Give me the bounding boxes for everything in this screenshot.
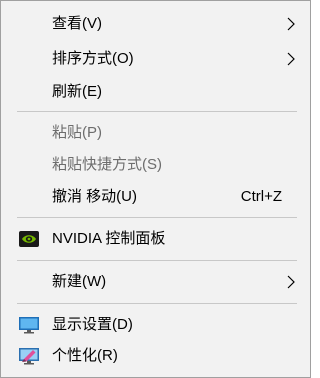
menu-item-paste[interactable]: 粘贴(P) [2,118,309,148]
menu-item-display-settings-label: 显示设置(D) [52,316,133,333]
personalize-icon [19,348,39,365]
menu-item-personalize[interactable]: 个性化(R) [2,341,309,371]
chevron-right-icon [287,17,295,31]
menu-item-nvidia-control-panel[interactable]: NVIDIA 控制面板 [2,224,309,254]
menu-separator [17,303,297,304]
menu-separator [17,111,297,112]
menu-item-paste-shortcut[interactable]: 粘贴快捷方式(S) [2,150,309,180]
menu-item-sort-by-label: 排序方式(O) [52,50,134,67]
menu-item-new[interactable]: 新建(W) [2,267,309,297]
menu-item-paste-shortcut-label: 粘贴快捷方式(S) [52,156,162,173]
menu-item-undo-move-label: 撤消 移动(U) [52,188,137,205]
menu-item-refresh[interactable]: 刷新(E) [2,77,309,107]
menu-item-sort-by[interactable]: 排序方式(O) [2,44,309,74]
menu-item-undo-move[interactable]: 撤消 移动(U) Ctrl+Z [2,182,309,212]
menu-item-display-settings[interactable]: 显示设置(D) [2,310,309,340]
display-icon [19,317,39,334]
menu-separator [17,260,297,261]
menu-item-new-label: 新建(W) [52,273,107,290]
desktop-context-menu: 查看(V) 排序方式(O) 刷新(E) 粘贴(P) 粘贴快捷方式(S) 撤消 移… [0,0,311,378]
menu-item-paste-label: 粘贴(P) [52,124,102,141]
chevron-right-icon [287,275,295,289]
menu-item-view-label: 查看(V) [52,15,102,32]
chevron-right-icon [287,52,295,66]
menu-item-refresh-label: 刷新(E) [52,83,102,100]
menu-item-view[interactable]: 查看(V) [2,9,309,39]
undo-shortcut-text: Ctrl+Z [240,188,282,205]
menu-item-personalize-label: 个性化(R) [52,347,118,364]
menu-separator [17,217,297,218]
nvidia-icon [19,231,39,247]
menu-item-nvidia-label: NVIDIA 控制面板 [52,230,166,247]
